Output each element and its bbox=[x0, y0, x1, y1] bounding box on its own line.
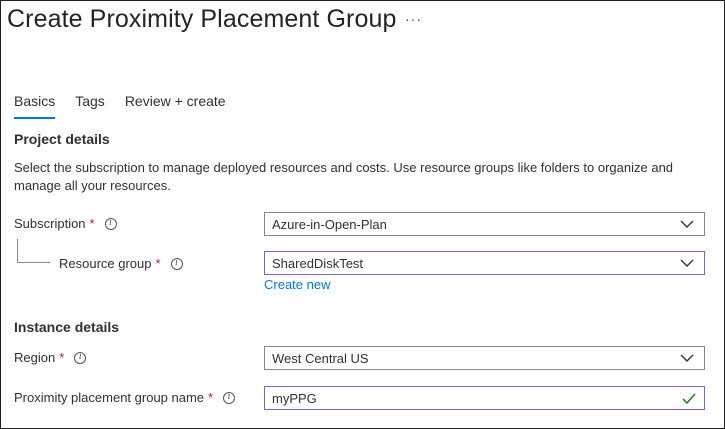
chevron-down-icon bbox=[680, 354, 694, 362]
tab-basics[interactable]: Basics bbox=[14, 91, 56, 119]
resource-group-value: SharedDiskTest bbox=[272, 255, 364, 271]
info-icon[interactable]: i bbox=[104, 217, 117, 230]
ppg-name-input[interactable]: myPPG bbox=[264, 386, 705, 410]
info-icon[interactable]: i bbox=[74, 351, 87, 364]
region-label-text: Region bbox=[14, 350, 56, 365]
required-marker: * bbox=[89, 216, 95, 231]
project-details-description: Select the subscription to manage deploy… bbox=[14, 160, 674, 193]
ppg-name-value: myPPG bbox=[272, 390, 317, 406]
required-marker: * bbox=[59, 350, 65, 365]
create-new-resource-group-link[interactable]: Create new bbox=[264, 277, 330, 292]
chevron-down-icon bbox=[680, 259, 694, 267]
ppg-name-label-text: Proximity placement group name bbox=[14, 390, 205, 405]
tab-review-create[interactable]: Review + create bbox=[125, 91, 226, 119]
subscription-dropdown[interactable]: Azure-in-Open-Plan bbox=[264, 212, 705, 236]
chevron-down-icon bbox=[680, 220, 694, 228]
resource-group-dropdown[interactable]: SharedDiskTest bbox=[264, 251, 705, 275]
resource-group-label: Resource group * i bbox=[59, 256, 183, 271]
info-icon[interactable]: i bbox=[170, 257, 183, 270]
page-title: Create Proximity Placement Group bbox=[7, 5, 397, 33]
subscription-label: Subscription * i bbox=[14, 216, 117, 231]
required-marker: * bbox=[155, 256, 161, 271]
ppg-name-label: Proximity placement group name * i bbox=[14, 390, 236, 405]
instance-details-heading: Instance details bbox=[14, 319, 120, 335]
project-details-heading: Project details bbox=[14, 131, 110, 147]
info-icon[interactable]: i bbox=[223, 391, 236, 404]
more-options-icon[interactable]: ··· bbox=[405, 11, 422, 27]
resource-group-label-text: Resource group bbox=[59, 256, 152, 271]
region-label: Region * i bbox=[14, 350, 87, 365]
subscription-value: Azure-in-Open-Plan bbox=[272, 216, 387, 232]
tab-tags[interactable]: Tags bbox=[75, 91, 105, 119]
tree-connector-line bbox=[17, 239, 50, 263]
region-dropdown[interactable]: West Central US bbox=[264, 346, 705, 370]
checkmark-icon bbox=[682, 393, 696, 405]
required-marker: * bbox=[208, 390, 214, 405]
subscription-label-text: Subscription bbox=[14, 216, 86, 231]
region-value: West Central US bbox=[272, 350, 369, 366]
tab-bar: Basics Tags Review + create bbox=[14, 91, 246, 123]
create-ppg-blade: Create Proximity Placement Group ··· Bas… bbox=[0, 0, 725, 429]
